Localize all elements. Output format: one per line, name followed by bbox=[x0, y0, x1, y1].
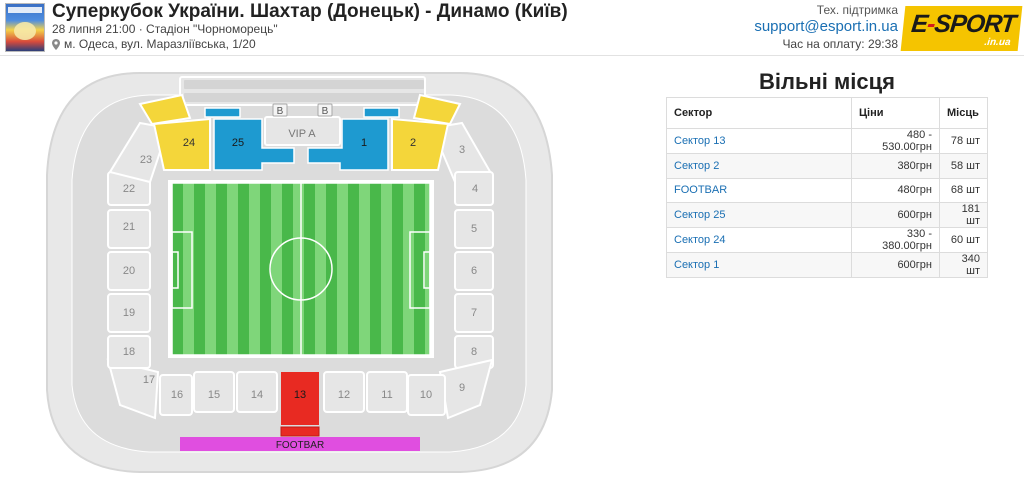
payment-timer: Час на оплату: 29:38 bbox=[782, 37, 898, 51]
box-b-right-label: B bbox=[322, 106, 329, 117]
logo-text: E-SPORT bbox=[910, 10, 1017, 38]
sector-label-19: 19 bbox=[123, 307, 135, 319]
price-cell: 480грн bbox=[851, 177, 940, 203]
football-pitch bbox=[168, 180, 434, 358]
price-cell: 600грн bbox=[851, 202, 940, 228]
sector-cell: FOOTBAR bbox=[666, 177, 852, 203]
event-address: м. Одеса, вул. Маразліївська, 1/20 bbox=[64, 37, 256, 51]
vip-a-label: VIP A bbox=[288, 128, 316, 140]
box-b-left-shape[interactable] bbox=[204, 107, 241, 118]
sector-label-12: 12 bbox=[338, 389, 350, 401]
sector-label-1: 1 bbox=[361, 137, 367, 149]
sector-link[interactable]: Сектор 13 bbox=[674, 135, 725, 147]
sector-cell: Сектор 24 bbox=[666, 227, 852, 253]
support-label: Тех. підтримка bbox=[816, 3, 898, 17]
sector-label-11: 11 bbox=[381, 389, 392, 401]
logo-subtext: .in.ua bbox=[983, 37, 1012, 48]
sector-label-17: 17 bbox=[143, 374, 155, 386]
sector-label-5: 5 bbox=[471, 223, 477, 235]
sector-label-6: 6 bbox=[471, 265, 477, 277]
box-b-right-shape[interactable] bbox=[363, 107, 400, 118]
sector-cell: Сектор 1 bbox=[666, 252, 852, 278]
count-cell: 60 шт bbox=[939, 227, 988, 253]
sector-cell: Сектор 2 bbox=[666, 153, 852, 179]
sector-link[interactable]: Сектор 2 bbox=[674, 160, 719, 172]
sector-2-shape[interactable] bbox=[391, 117, 450, 171]
sector-label-15: 15 bbox=[208, 389, 220, 401]
sector-13-lower[interactable] bbox=[280, 426, 320, 437]
map-pin-icon bbox=[52, 38, 60, 50]
esport-logo[interactable]: E-SPORT .in.ua bbox=[900, 6, 1023, 51]
sector-label-10: 10 bbox=[420, 389, 432, 401]
event-poster-image bbox=[5, 3, 45, 52]
sector-link[interactable]: Сектор 1 bbox=[674, 259, 719, 271]
table-row[interactable]: Сектор 25 600грн 181 шт bbox=[666, 202, 988, 228]
free-seats-title: Вільні місця bbox=[759, 69, 895, 94]
sector-cell: Сектор 13 bbox=[666, 128, 852, 154]
count-cell: 181 шт bbox=[939, 202, 988, 228]
column-header-count: Місць bbox=[939, 97, 988, 129]
box-b-left-label: B bbox=[277, 106, 284, 117]
free-seats-table: Сектор Ціни Місць Сектор 13 480 - 530.00… bbox=[666, 97, 988, 278]
sector-label-21: 21 bbox=[123, 221, 135, 233]
sector-label-23: 23 bbox=[140, 154, 152, 166]
sector-label-14: 14 bbox=[251, 389, 263, 401]
sector-label-9: 9 bbox=[459, 382, 465, 394]
price-cell: 480 - 530.00грн bbox=[851, 128, 940, 154]
count-cell: 340 шт bbox=[939, 252, 988, 278]
sector-label-2: 2 bbox=[410, 137, 416, 149]
sector-cell: Сектор 25 bbox=[666, 202, 852, 228]
price-cell: 330 - 380.00грн bbox=[851, 227, 940, 253]
sector-label-20: 20 bbox=[123, 265, 135, 277]
sector-link[interactable]: Сектор 24 bbox=[674, 234, 725, 246]
sector-label-8: 8 bbox=[471, 346, 477, 358]
table-row[interactable]: Сектор 24 330 - 380.00грн 60 шт bbox=[666, 227, 988, 253]
sector-label-16: 16 bbox=[171, 389, 183, 401]
sector-label-24: 24 bbox=[183, 137, 195, 149]
table-header-row: Сектор Ціни Місць bbox=[666, 97, 988, 129]
sector-label-7: 7 bbox=[471, 307, 477, 319]
header-bar: Суперкубок України. Шахтар (Донецьк) - Д… bbox=[0, 0, 1024, 56]
sector-label-22: 22 bbox=[123, 183, 135, 195]
table-row[interactable]: FOOTBAR 480грн 68 шт bbox=[666, 177, 988, 203]
stadium-map: 24 25 1 2 3 4 5 6 7 8 9 10 11 12 13 14 1… bbox=[46, 72, 553, 473]
price-cell: 600грн bbox=[851, 252, 940, 278]
sector-label-4: 4 bbox=[472, 183, 478, 195]
count-cell: 78 шт bbox=[939, 128, 988, 154]
footbar-label: FOOTBAR bbox=[276, 440, 324, 451]
column-header-price: Ціни bbox=[851, 97, 940, 129]
table-row[interactable]: Сектор 13 480 - 530.00грн 78 шт bbox=[666, 128, 988, 154]
sector-label-13: 13 bbox=[294, 389, 306, 401]
support-email-link[interactable]: support@esport.in.ua bbox=[754, 18, 898, 35]
sector-label-3: 3 bbox=[459, 144, 465, 156]
sector-link[interactable]: Сектор 25 bbox=[674, 209, 725, 221]
poster-ball bbox=[14, 22, 36, 40]
event-address-row: м. Одеса, вул. Маразліївська, 1/20 bbox=[52, 37, 256, 51]
column-header-sector: Сектор bbox=[666, 97, 852, 129]
table-row[interactable]: Сектор 2 380грн 58 шт bbox=[666, 153, 988, 179]
count-cell: 58 шт bbox=[939, 153, 988, 179]
sector-label-18: 18 bbox=[123, 346, 135, 358]
table-row[interactable]: Сектор 1 600грн 340 шт bbox=[666, 252, 988, 278]
count-cell: 68 шт bbox=[939, 177, 988, 203]
support-block: Тех. підтримка support@esport.in.ua Час … bbox=[754, 3, 898, 51]
sector-link[interactable]: FOOTBAR bbox=[674, 184, 727, 196]
poster-band bbox=[8, 7, 42, 13]
event-datetime-venue: 28 липня 21:00 · Стадіон "Чорноморець" bbox=[52, 22, 278, 36]
price-cell: 380грн bbox=[851, 153, 940, 179]
event-title: Суперкубок України. Шахтар (Донецьк) - Д… bbox=[52, 1, 568, 22]
sector-label-25: 25 bbox=[232, 137, 244, 149]
